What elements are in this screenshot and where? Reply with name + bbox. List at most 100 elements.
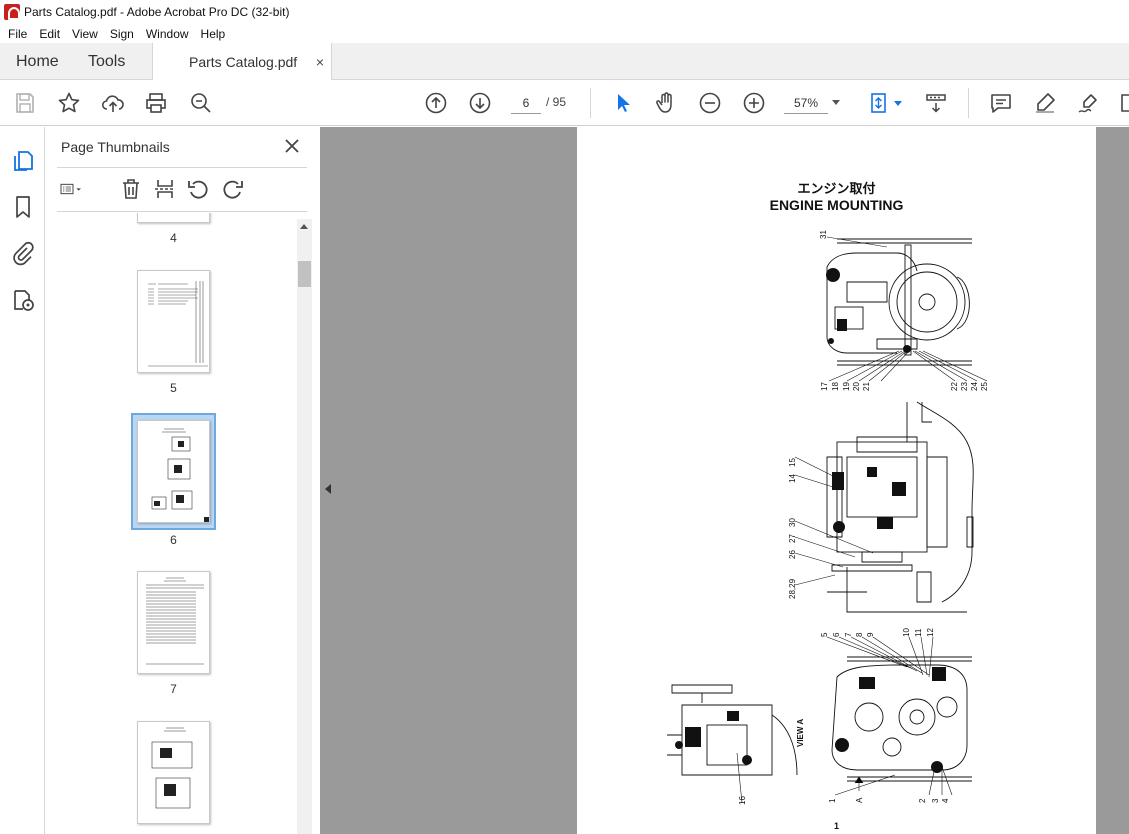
page-thumbnails-panel: Page Thumbnails 4 5 6 7 [45,127,320,834]
callout-label: 10 [902,628,911,637]
thumbnail-page[interactable] [137,721,210,824]
callout-label: 21 [862,382,871,391]
page-title-english: ENGINE MOUNTING [769,197,904,213]
page-footer-number: 1 [834,821,840,831]
zoom-level-input[interactable] [784,92,828,114]
callout-label: 27 [788,534,797,543]
collapse-panel-icon[interactable] [325,484,331,494]
page-title-japanese: エンジン取付 [797,182,876,197]
view-a-detail-drawing: 16 [667,684,798,805]
callout-label: 8 [855,632,864,637]
menu-file[interactable]: File [2,27,33,41]
view-a-label: VIEW A [797,719,805,747]
close-panel-icon[interactable] [283,137,301,155]
callout-label: 6 [832,632,841,637]
sign-icon[interactable] [1077,91,1101,115]
bookmarks-icon[interactable] [10,194,36,220]
attachments-icon[interactable] [10,240,36,266]
more-tools-icon[interactable] [1118,91,1129,115]
callout-label: 18 [831,382,840,391]
save-icon[interactable] [13,91,37,115]
tab-document[interactable]: Parts Catalog.pdf × [152,43,332,81]
callout-label: 23 [960,382,969,391]
page-up-icon[interactable] [424,91,448,115]
hand-icon[interactable] [654,91,678,115]
thumbnail-page[interactable] [137,571,210,674]
document-viewport[interactable]: エンジン取付 ENGINE MOUNTING 31 17 18 19 20 21… [320,127,1129,834]
callout-label: 5 [820,632,829,637]
toolbar: / 95 [0,80,1129,126]
menu-edit[interactable]: Edit [33,27,66,41]
comment-icon[interactable] [989,91,1013,115]
rotate-cw-icon[interactable] [221,177,245,201]
callout-label: 20 [852,382,861,391]
thumbnail-page-selected[interactable] [137,420,210,523]
page-down-icon[interactable] [468,91,492,115]
scroll-up-icon[interactable] [300,224,308,229]
content-icon[interactable] [10,287,36,313]
fit-page-caret-icon[interactable] [894,101,902,106]
thumbnail-page[interactable] [137,270,210,373]
scroll-mode-icon[interactable] [924,91,948,115]
callout-label: 26 [788,550,797,559]
rotate-ccw-icon[interactable] [186,177,210,201]
callout-label: 28,29 [788,578,797,599]
zoom-in-icon[interactable] [742,91,766,115]
page-number-input[interactable] [511,92,541,114]
toolbar-divider [968,88,969,118]
callout-label: 25 [980,382,987,391]
callout-label: 11 [914,628,923,637]
callout-label: 2 [918,798,927,803]
print-icon[interactable] [144,91,168,115]
select-cursor-icon[interactable] [611,91,635,115]
menu-help[interactable]: Help [195,27,232,41]
bookmark-star-icon[interactable] [57,91,81,115]
panel-title: Page Thumbnails [61,139,170,155]
callout-label: 24 [970,382,979,391]
callout-label: 17 [820,382,829,391]
extract-icon[interactable] [153,177,177,201]
tab-bar: Home Tools Parts Catalog.pdf × [0,43,1129,81]
pdf-page: エンジン取付 ENGINE MOUNTING 31 17 18 19 20 21… [577,127,1096,834]
callout-label: 1 [828,798,837,803]
title-bar: Parts Catalog.pdf - Adobe Acrobat Pro DC… [0,0,1129,24]
engine-side-view-drawing: 15 14 30 27 26 28,29 [788,401,974,613]
delete-icon[interactable] [119,177,143,201]
menu-window[interactable]: Window [140,27,195,41]
callout-label: 19 [842,382,851,391]
view-marker-label: A [855,797,864,803]
callout-label: 4 [941,798,950,803]
callout-label: 16 [738,796,747,805]
engine-view-a-drawing: 5 6 7 8 9 10 11 12 VIEW A 1 A 2 3 4 [797,628,972,803]
callout-label: 9 [866,632,875,637]
upload-icon[interactable] [101,91,125,115]
callout-label: 31 [819,230,828,239]
menu-view[interactable]: View [66,27,104,41]
fit-page-icon[interactable] [868,91,892,115]
menu-sign[interactable]: Sign [104,27,140,41]
callout-label: 30 [788,518,797,527]
acrobat-logo-icon [4,4,20,20]
thumbnail-label: 4 [170,231,177,245]
page-thumbnails-icon[interactable] [10,147,36,173]
callout-label: 15 [788,458,797,467]
zoom-search-icon[interactable] [189,91,213,115]
left-navigation-rail [0,127,45,834]
callout-label: 3 [931,798,940,803]
highlight-icon[interactable] [1033,91,1057,115]
scrollbar-handle[interactable] [298,261,311,287]
zoom-dropdown-caret-icon[interactable] [832,100,840,105]
tab-home[interactable]: Home [16,43,59,80]
zoom-out-icon[interactable] [698,91,722,115]
options-menu-icon[interactable] [59,177,95,201]
thumbnails-scrollbar[interactable] [297,219,312,834]
close-tab-icon[interactable]: × [316,54,324,70]
thumbnails-list: 4 5 6 7 [45,213,320,834]
toolbar-divider [590,88,591,118]
thumbnail-page[interactable] [137,213,210,223]
menu-bar: File Edit View Sign Window Help [0,24,1129,43]
window-title: Parts Catalog.pdf - Adobe Acrobat Pro DC… [24,5,290,19]
callout-label: 22 [950,382,959,391]
tab-tools[interactable]: Tools [88,43,125,80]
tab-document-label: Parts Catalog.pdf [189,54,298,70]
